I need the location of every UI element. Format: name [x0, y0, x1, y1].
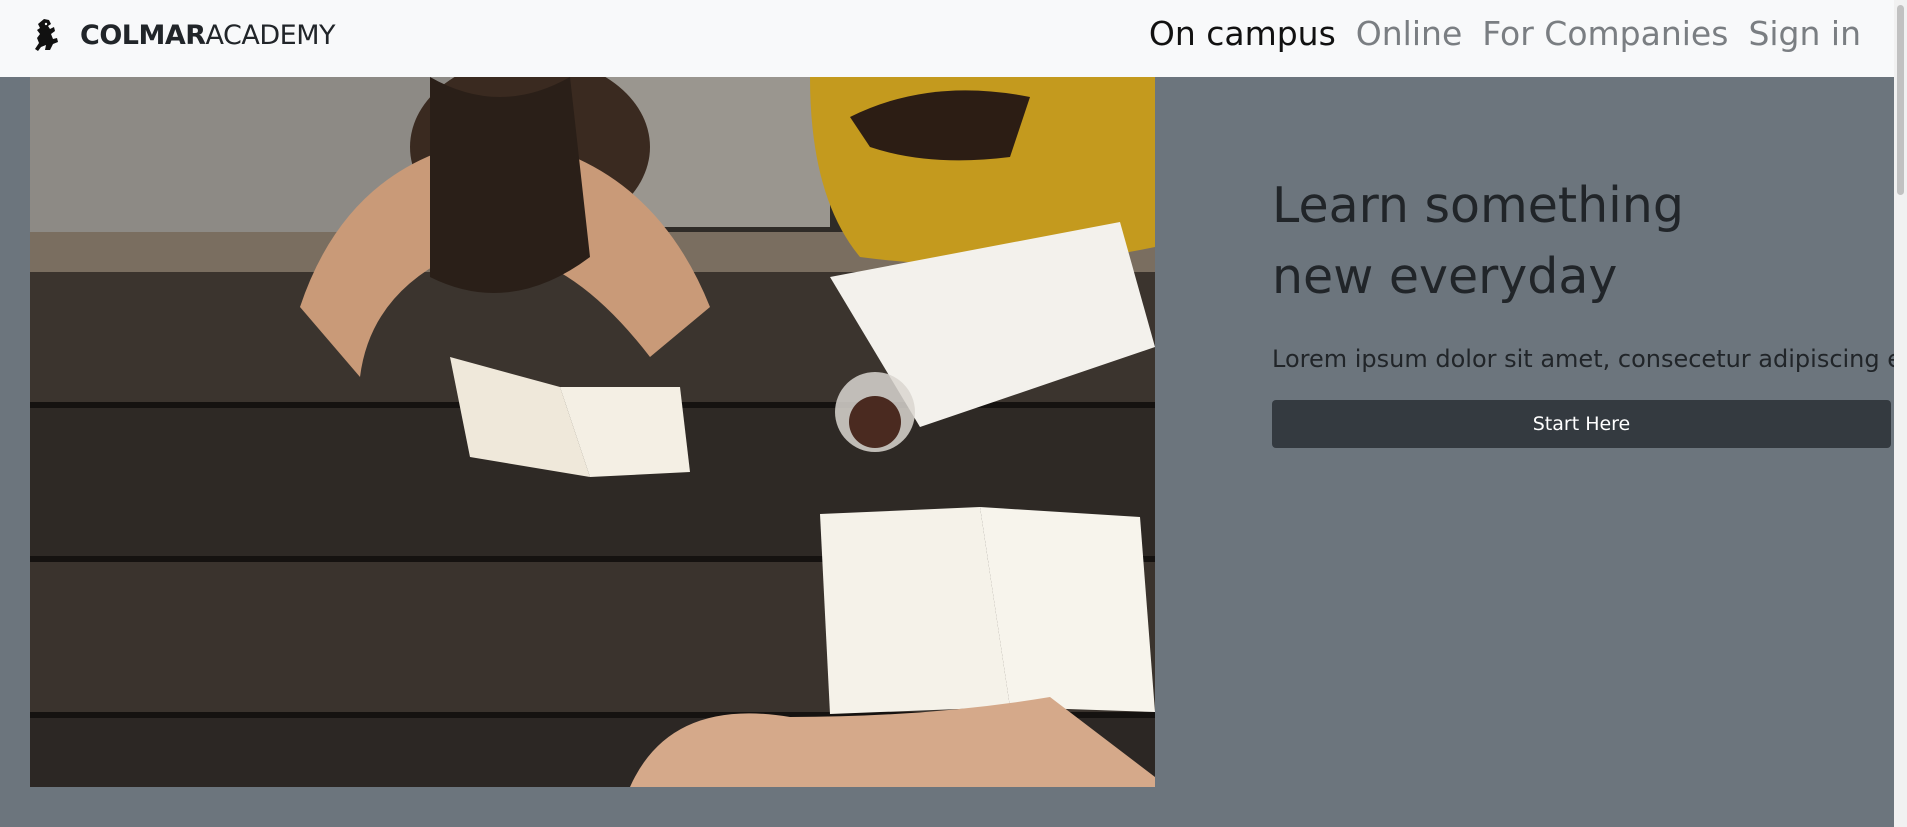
hero-title: Learn something new everyday	[1272, 170, 1892, 312]
nav-link-online[interactable]: Online	[1356, 12, 1462, 56]
nav-link-sign-in[interactable]: Sign in	[1748, 12, 1861, 56]
nav-link-for-companies[interactable]: For Companies	[1482, 12, 1728, 56]
brand-name-rest: ACADEMY	[205, 19, 336, 51]
hero-title-line-1: Learn something	[1272, 177, 1684, 234]
lion-rampant-icon	[35, 19, 58, 51]
brand-name-bold: COLMAR	[80, 19, 206, 51]
scrollbar-thumb[interactable]	[1897, 5, 1904, 195]
hero-image	[30, 77, 1155, 787]
hero-title-line-2: new everyday	[1272, 248, 1618, 305]
hero-text: Learn something new everyday Lorem ipsum…	[1272, 170, 1907, 448]
brand-link[interactable]: COLMARACADEMY	[30, 17, 336, 53]
nav-link-on-campus[interactable]: On campus	[1149, 12, 1336, 56]
start-here-button[interactable]: Start Here	[1272, 400, 1891, 448]
brand-name: COLMARACADEMY	[80, 19, 336, 51]
navbar: COLMARACADEMY On campus Online For Compa…	[0, 0, 1907, 77]
hero-lead: Lorem ipsum dolor sit amet, consecetur a…	[1272, 345, 1907, 373]
nav-links: On campus Online For Companies Sign in	[1129, 12, 1861, 56]
scrollbar[interactable]	[1894, 0, 1907, 827]
